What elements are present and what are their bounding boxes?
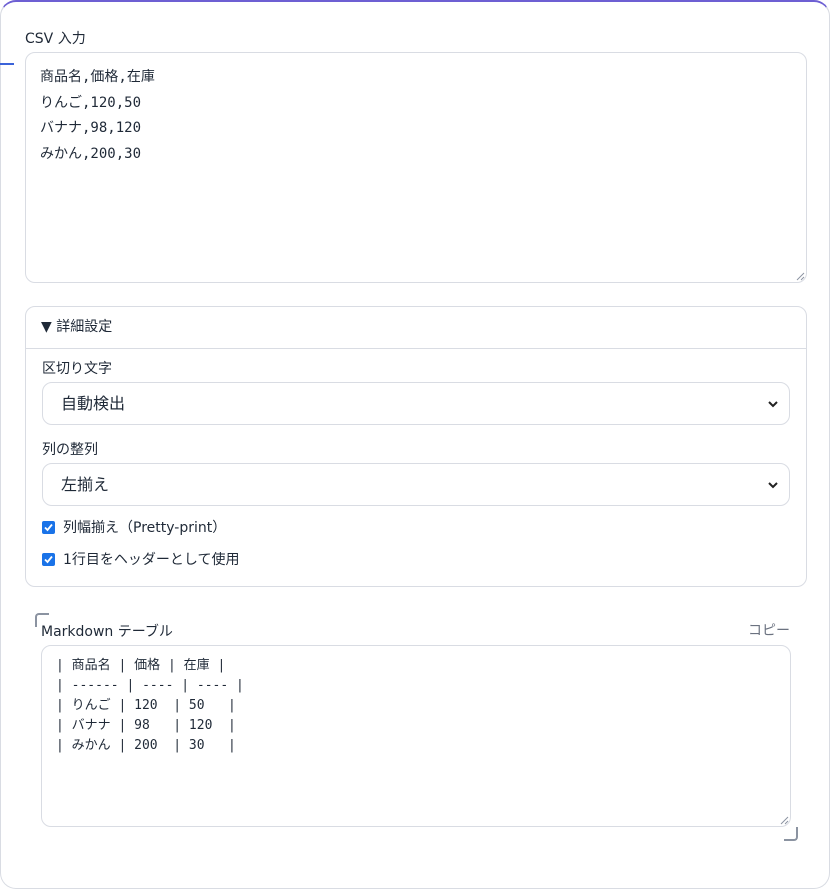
output-corner-marker xyxy=(784,827,798,841)
header-row-checkbox[interactable] xyxy=(42,553,55,566)
pretty-print-option[interactable]: 列幅揃え（Pretty-print） xyxy=(42,520,226,536)
checkmark-icon xyxy=(44,523,53,532)
advanced-settings: ▼ 詳細設定 区切り文字 自動検出 列の整列 左揃え 列幅揃え（Pretty-p… xyxy=(25,306,807,587)
chevron-down-icon xyxy=(768,401,778,408)
header-row-option[interactable]: 1行目をヘッダーとして使用 xyxy=(42,552,240,568)
delimiter-select[interactable]: 自動検出 xyxy=(42,382,790,425)
delimiter-select-value: 自動検出 xyxy=(61,394,126,413)
copy-button[interactable]: コピー xyxy=(748,620,790,640)
resize-grip-icon[interactable] xyxy=(795,271,805,281)
alignment-label: 列の整列 xyxy=(42,442,98,458)
checkmark-icon xyxy=(44,555,53,564)
markdown-output-label: Markdown テーブル xyxy=(41,624,173,640)
markdown-output[interactable]: | 商品名 | 価格 | 在庫 | | ------ | ---- | ----… xyxy=(41,645,791,827)
accent-bar xyxy=(0,63,14,65)
pretty-print-label: 列幅揃え（Pretty-print） xyxy=(63,520,227,536)
alignment-select[interactable]: 左揃え xyxy=(42,463,790,506)
header-row-label: 1行目をヘッダーとして使用 xyxy=(63,552,240,568)
resize-grip-icon[interactable] xyxy=(779,815,789,825)
advanced-settings-toggle[interactable]: ▼ 詳細設定 xyxy=(26,307,806,349)
pretty-print-checkbox[interactable] xyxy=(42,521,55,534)
alignment-select-value: 左揃え xyxy=(61,475,110,494)
csv-input-label: CSV 入力 xyxy=(25,31,86,47)
csv-input[interactable]: 商品名,価格,在庫 りんご,120,50 バナナ,98,120 みかん,200,… xyxy=(25,52,807,283)
delimiter-label: 区切り文字 xyxy=(42,361,112,377)
chevron-down-icon xyxy=(768,482,778,489)
